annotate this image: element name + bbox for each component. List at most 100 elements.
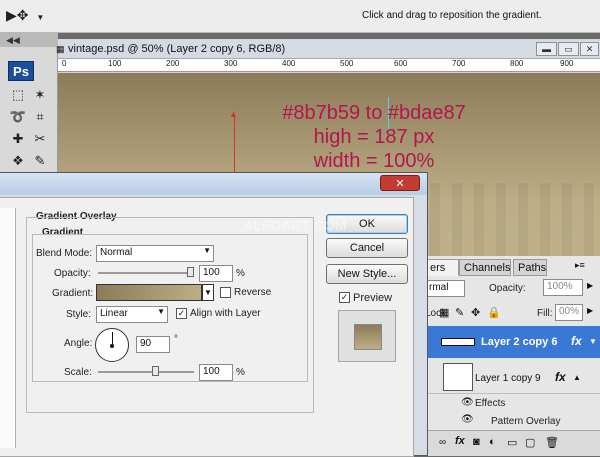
- degree-label: °: [174, 334, 178, 345]
- tool-arrow-icon: ▶✥: [6, 7, 29, 23]
- tab-paths[interactable]: Paths: [513, 259, 547, 276]
- healing-tool-icon[interactable]: ✚: [8, 129, 28, 149]
- dialog-close-button[interactable]: ✕: [380, 175, 420, 191]
- ruler-tick: 100: [108, 59, 122, 68]
- effect-pattern-overlay: Pattern Overlay: [491, 416, 561, 427]
- visibility-eye-icon[interactable]: 👁: [461, 397, 474, 408]
- style-preview-box: [338, 310, 396, 362]
- reverse-checkbox[interactable]: [220, 287, 231, 298]
- ruler-tick: 600: [394, 59, 408, 68]
- angle-label: Angle:: [64, 338, 93, 349]
- opacity-input[interactable]: 100: [199, 265, 233, 282]
- scale-slider-knob[interactable]: [152, 366, 159, 376]
- lock-transparent-icon[interactable]: ▦: [439, 306, 449, 319]
- chevron-down-icon[interactable]: ▲: [573, 373, 581, 382]
- fx-icon[interactable]: fx: [571, 334, 582, 348]
- mask-icon[interactable]: ◙: [473, 436, 480, 448]
- lock-all-icon[interactable]: 🔒: [487, 306, 501, 319]
- scale-slider[interactable]: [98, 371, 194, 373]
- scale-input[interactable]: 100: [199, 364, 233, 381]
- opacity-slider[interactable]: [98, 272, 194, 274]
- preview-label: Preview: [353, 292, 393, 304]
- styles-list-edge[interactable]: [0, 208, 16, 448]
- crop-tool-icon[interactable]: ⌗: [30, 107, 50, 127]
- stamp-tool-icon[interactable]: ❖: [8, 151, 28, 171]
- collapse-icon[interactable]: ◀◀: [6, 35, 20, 46]
- new-style-button[interactable]: New Style...: [326, 264, 408, 284]
- layer-name: Layer 1 copy 9: [475, 373, 541, 384]
- maximize-button[interactable]: ▭: [558, 42, 579, 56]
- adjustment-icon[interactable]: ◐: [489, 436, 496, 448]
- angle-input[interactable]: 90: [136, 336, 170, 353]
- visibility-eye-icon[interactable]: 👁: [461, 414, 474, 425]
- opacity-label: Opacity:: [54, 268, 91, 279]
- layer-thumb: [441, 338, 475, 346]
- layer-blend-select[interactable]: rmal: [425, 280, 465, 297]
- effects-label: Effects: [475, 398, 506, 409]
- doc-icon: ▦: [56, 44, 65, 54]
- group-icon[interactable]: ▭: [507, 436, 517, 449]
- opacity-slider-knob[interactable]: [187, 267, 194, 277]
- slice-tool-icon[interactable]: ✂: [30, 129, 50, 149]
- chevron-down-icon: ▼: [203, 246, 211, 255]
- dialog-titlebar[interactable]: [0, 173, 427, 195]
- add-style-icon[interactable]: fx: [455, 435, 465, 447]
- annotation-colors: #8b7b59 to #bdae87: [282, 102, 466, 124]
- lock-brush-icon[interactable]: ✎: [455, 306, 464, 319]
- chevron-down-icon: ▼: [157, 307, 165, 316]
- style-select[interactable]: Linear ▼: [96, 306, 168, 323]
- fill-input[interactable]: 00%: [555, 304, 583, 321]
- blend-mode-value: Normal: [100, 247, 133, 258]
- ruler-tick: 800: [510, 59, 524, 68]
- layers-panel: ers Channels Paths ▸≡ rmal Opacity: 100%…: [424, 256, 600, 456]
- ruler-tick: 200: [166, 59, 180, 68]
- minimize-button[interactable]: ▬: [536, 42, 557, 56]
- layer-row-selected[interactable]: Layer 2 copy 6 fx ▼: [425, 326, 600, 358]
- tab-layers[interactable]: ers: [425, 259, 459, 276]
- chevron-down-icon: ▼: [36, 13, 45, 22]
- gradient-dropdown-icon[interactable]: ▼: [202, 284, 214, 301]
- horizontal-ruler[interactable]: 0 100 200 300 400 500 600 700 800 900: [58, 59, 600, 72]
- ruler-tick: 300: [224, 59, 238, 68]
- new-layer-icon[interactable]: ▢: [525, 436, 535, 449]
- fx-icon[interactable]: fx: [555, 370, 566, 384]
- marquee-tool-icon[interactable]: ⬚: [8, 85, 28, 105]
- gradient-label: Gradient:: [52, 288, 94, 299]
- chevron-right-icon[interactable]: ▶: [587, 281, 593, 290]
- lock-move-icon[interactable]: ✥: [471, 306, 480, 319]
- chevron-right-icon[interactable]: ▶: [587, 306, 593, 315]
- align-with-layer-checkbox[interactable]: ✓: [176, 308, 187, 319]
- lasso-tool-icon[interactable]: ➰: [8, 107, 28, 127]
- options-bar: ▶✥ ▼ Click and drag to reposition the gr…: [0, 0, 600, 33]
- layer-name: Layer 2 copy 6: [481, 336, 558, 348]
- link-icon[interactable]: ∞: [439, 437, 446, 448]
- reverse-label: Reverse: [234, 287, 272, 298]
- document-titlebar[interactable]: ▦ vintage.psd @ 50% (Layer 2 copy 6, RGB…: [56, 39, 600, 59]
- ruler-tick: 0: [62, 59, 67, 68]
- options-hint: Click and drag to reposition the gradien…: [362, 10, 542, 21]
- brush-tool-icon[interactable]: ✎: [30, 151, 50, 171]
- magic-wand-tool-icon[interactable]: ✶: [30, 85, 50, 105]
- annotation-width: width = 100%: [313, 150, 435, 172]
- style-preview-swatch: [354, 324, 382, 350]
- blend-mode-select[interactable]: Normal ▼: [96, 245, 214, 262]
- close-button[interactable]: ✕: [580, 42, 599, 56]
- cancel-button[interactable]: Cancel: [326, 238, 408, 258]
- ruler-tick: 500: [340, 59, 354, 68]
- tab-channels[interactable]: Channels: [459, 259, 511, 276]
- gradient-preview[interactable]: [96, 284, 202, 301]
- angle-dial[interactable]: [95, 328, 129, 362]
- layer-row[interactable]: Layer 1 copy 9 fx ▲: [425, 360, 600, 394]
- panel-menu-icon[interactable]: ▸≡: [575, 260, 585, 271]
- blend-mode-label: Blend Mode:: [36, 248, 93, 259]
- ruler-tick: 900: [560, 59, 574, 68]
- style-label: Style:: [66, 309, 92, 320]
- layer-thumb: [443, 363, 473, 391]
- trash-icon[interactable]: 🗑: [545, 436, 559, 449]
- preview-checkbox[interactable]: ✓: [339, 292, 350, 303]
- gradient-tool-preset-picker[interactable]: ▶✥ ▼: [6, 7, 46, 27]
- annotation-height: high = 187 px: [313, 126, 435, 148]
- chevron-down-icon[interactable]: ▼: [589, 337, 597, 346]
- app-logo[interactable]: Ps: [8, 61, 34, 81]
- layer-opacity-input[interactable]: 100%: [543, 279, 583, 296]
